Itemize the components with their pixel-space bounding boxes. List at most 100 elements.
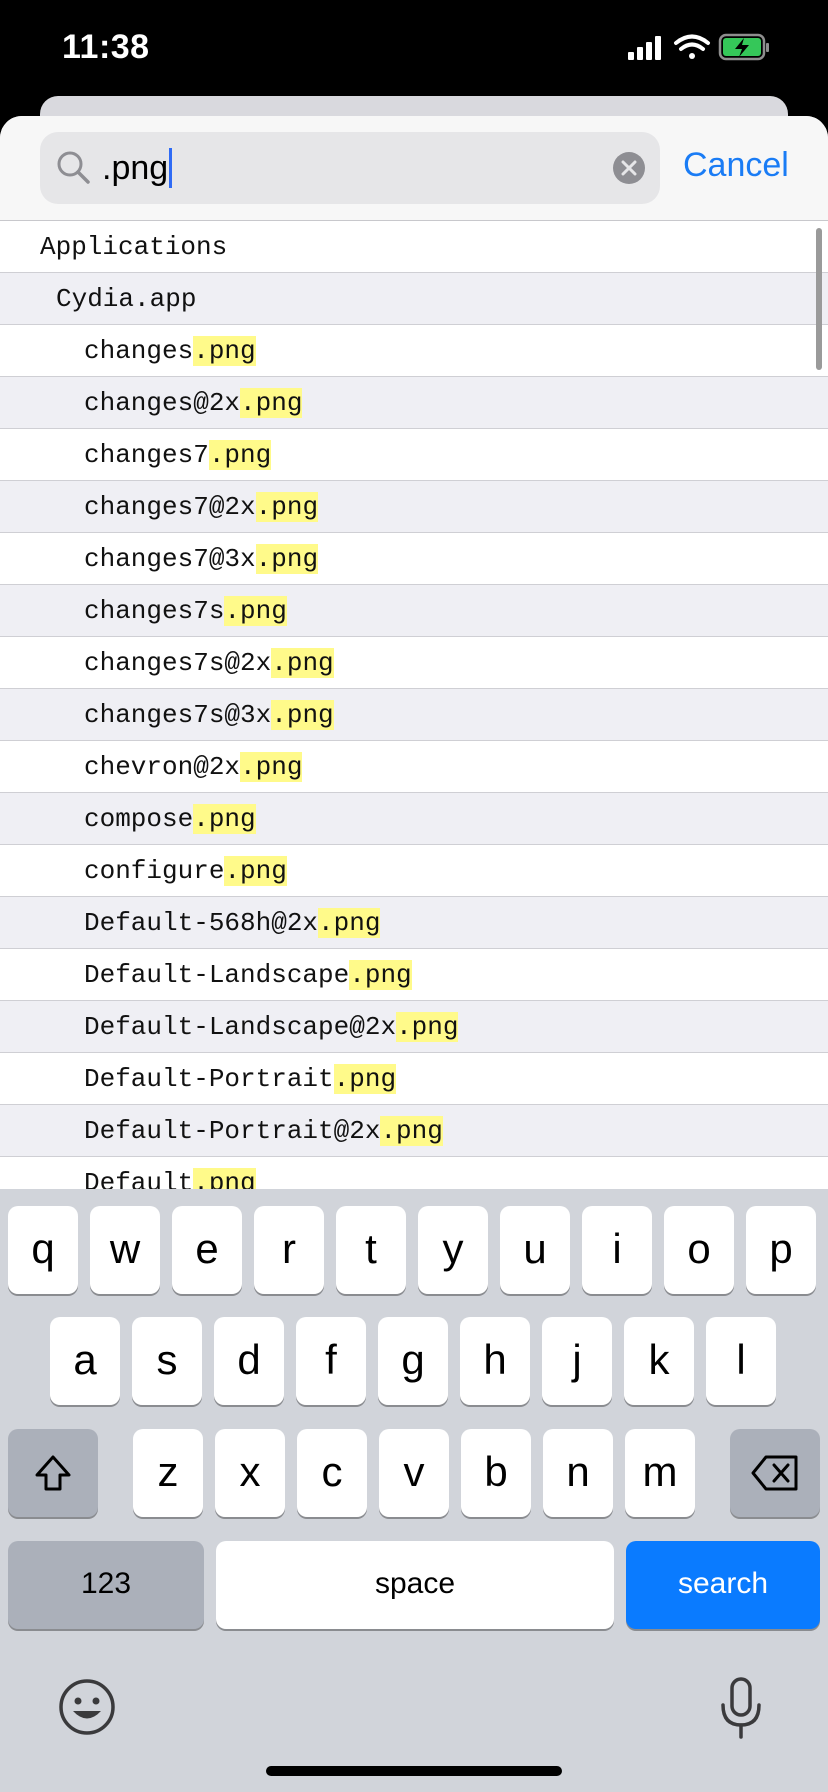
key-s[interactable]: s — [132, 1317, 202, 1405]
list-item[interactable]: changes7s@3x.png — [0, 689, 828, 741]
list-item[interactable]: changes7s@2x.png — [0, 637, 828, 689]
microphone-icon[interactable] — [718, 1677, 764, 1746]
search-query: .png — [102, 149, 169, 187]
status-icons — [628, 30, 828, 70]
file-name: Default-Landscape — [84, 960, 350, 990]
key-h[interactable]: h — [460, 1317, 530, 1405]
key-p[interactable]: p — [746, 1206, 816, 1294]
file-name: compose — [84, 804, 194, 834]
scrollbar[interactable] — [816, 228, 822, 370]
file-name: Cydia.app — [56, 284, 197, 314]
match-highlight: .png — [240, 752, 303, 782]
shift-icon — [35, 1455, 71, 1491]
match-highlight: .png — [193, 804, 256, 834]
list-item[interactable]: Default-Portrait.png — [0, 1053, 828, 1105]
file-name: chevron@2x — [84, 752, 241, 782]
key-i[interactable]: i — [582, 1206, 652, 1294]
match-highlight: .png — [255, 544, 319, 574]
key-q[interactable]: q — [8, 1206, 78, 1294]
list-item[interactable]: compose.png — [0, 793, 828, 845]
match-highlight: .png — [271, 648, 334, 678]
file-name: changes7s — [84, 596, 225, 626]
key-v[interactable]: v — [379, 1429, 449, 1517]
list-item[interactable]: changes.png — [0, 325, 828, 377]
status-time: 11:38 — [62, 28, 150, 66]
key-z[interactable]: z — [133, 1429, 203, 1517]
file-name: changes7s@2x — [84, 648, 272, 678]
list-item[interactable]: Default-568h@2x.png — [0, 897, 828, 949]
list-item[interactable]: Default-Landscape@2x.png — [0, 1001, 828, 1053]
list-item[interactable]: Default-Portrait@2x.png — [0, 1105, 828, 1157]
key-u[interactable]: u — [500, 1206, 570, 1294]
numbers-key[interactable]: 123 — [8, 1541, 204, 1629]
signal-icon — [628, 36, 661, 60]
match-highlight: .png — [380, 1116, 443, 1146]
file-name: changes7@2x — [84, 492, 256, 522]
status-bar: 11:38 — [0, 0, 828, 98]
file-name: Default-Portrait — [84, 1064, 334, 1094]
key-y[interactable]: y — [418, 1206, 488, 1294]
list-item[interactable]: Default-Landscape.png — [0, 949, 828, 1001]
file-name: changes — [84, 336, 194, 366]
key-f[interactable]: f — [296, 1317, 366, 1405]
match-highlight: .png — [224, 596, 287, 626]
match-highlight: .png — [349, 960, 412, 990]
file-name: Default-568h@2x — [84, 908, 319, 938]
backspace-icon — [751, 1455, 798, 1491]
key-k[interactable]: k — [624, 1317, 694, 1405]
list-item[interactable]: chevron@2x.png — [0, 741, 828, 793]
key-e[interactable]: e — [172, 1206, 242, 1294]
key-b[interactable]: b — [461, 1429, 531, 1517]
text-caret — [169, 148, 173, 189]
file-name: changes7@3x — [84, 544, 256, 574]
list-item[interactable]: changes7.png — [0, 429, 828, 481]
list-item[interactable]: changes@2x.png — [0, 377, 828, 429]
file-name: changes7 — [84, 440, 209, 470]
key-m[interactable]: m — [625, 1429, 695, 1517]
match-highlight: .png — [224, 856, 287, 886]
key-t[interactable]: t — [336, 1206, 406, 1294]
key-a[interactable]: a — [50, 1317, 120, 1405]
key-l[interactable]: l — [706, 1317, 776, 1405]
key-c[interactable]: c — [297, 1429, 367, 1517]
key-g[interactable]: g — [378, 1317, 448, 1405]
list-item[interactable]: configure.png — [0, 845, 828, 897]
search-key[interactable]: search — [626, 1541, 820, 1629]
space-key[interactable]: space — [216, 1541, 614, 1629]
match-highlight: .png — [333, 1064, 397, 1094]
key-x[interactable]: x — [215, 1429, 285, 1517]
home-indicator — [266, 1766, 562, 1776]
search-input[interactable]: .png — [102, 146, 173, 190]
keyboard: 123 space search qwertyuiop asdfghjkl zxcv… — [0, 1189, 828, 1792]
search-field[interactable]: .png — [40, 132, 660, 204]
file-name: Applications — [40, 232, 228, 262]
key-d[interactable]: d — [214, 1317, 284, 1405]
list-item[interactable]: Cydia.app — [0, 273, 828, 325]
list-item[interactable]: changes7@3x.png — [0, 533, 828, 585]
shift-key[interactable] — [8, 1429, 98, 1517]
key-w[interactable]: w — [90, 1206, 160, 1294]
wifi-icon — [674, 34, 710, 59]
cancel-button[interactable]: Cancel — [683, 146, 789, 185]
file-name: Default-Landscape@2x — [84, 1012, 397, 1042]
key-o[interactable]: o — [664, 1206, 734, 1294]
list-item[interactable]: changes7s.png — [0, 585, 828, 637]
match-highlight: .png — [193, 336, 256, 366]
clear-icon[interactable] — [612, 151, 646, 185]
match-highlight: .png — [208, 440, 272, 470]
file-name: changes7s@3x — [84, 700, 272, 730]
match-highlight: .png — [318, 908, 381, 938]
file-name: configure — [84, 856, 225, 886]
results-list[interactable]: Applications Cydia.app changes.png changes@… — [0, 221, 828, 1305]
emoji-icon[interactable] — [58, 1678, 116, 1741]
file-name: Default-Portrait@2x — [84, 1116, 381, 1146]
key-n[interactable]: n — [543, 1429, 613, 1517]
key-r[interactable]: r — [254, 1206, 324, 1294]
backspace-key[interactable] — [730, 1429, 820, 1517]
list-item[interactable]: Applications — [0, 221, 828, 273]
key-j[interactable]: j — [542, 1317, 612, 1405]
match-highlight: .png — [271, 700, 334, 730]
battery-icon — [718, 33, 769, 61]
match-highlight: .png — [240, 388, 303, 418]
list-item[interactable]: changes7@2x.png — [0, 481, 828, 533]
